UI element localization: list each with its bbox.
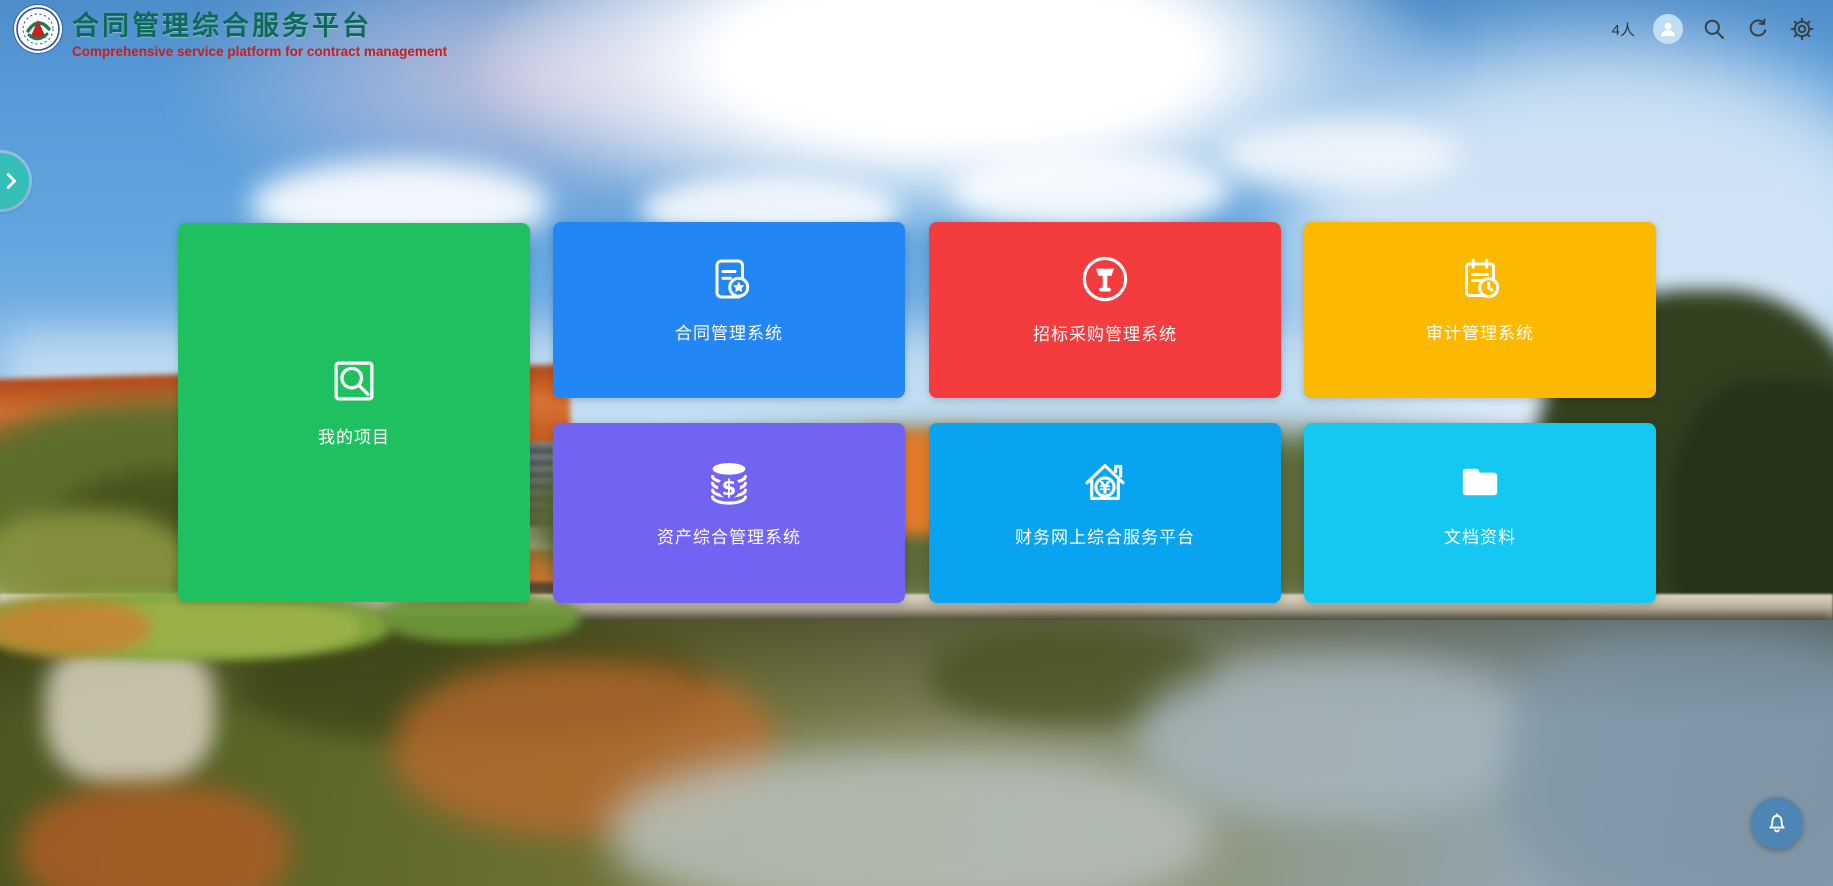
- search-project-icon: [328, 355, 380, 407]
- bg-water-reflection: [20, 785, 290, 886]
- bg-lily-pads: [0, 600, 150, 655]
- user-avatar[interactable]: [1653, 14, 1683, 44]
- tile-audit-management[interactable]: 审计管理系统: [1304, 222, 1656, 398]
- document-star-icon: [705, 255, 753, 303]
- refresh-icon[interactable]: [1745, 16, 1771, 42]
- app-window: 合同管理综合服务平台 Comprehensive service platfor…: [0, 0, 1833, 886]
- svg-text:$: $: [722, 475, 737, 500]
- clipboard-clock-icon: [1456, 255, 1504, 303]
- house-yuan-icon: ¥: [1080, 457, 1130, 507]
- notification-bell-button[interactable]: [1751, 797, 1803, 849]
- folder-icon: [1455, 457, 1505, 507]
- seal-icon: [16, 7, 60, 51]
- tile-label: 财务网上综合服务平台: [1015, 523, 1195, 548]
- tile-bidding-procurement[interactable]: 招标采购管理系统: [929, 222, 1281, 398]
- chevron-right-icon: [0, 170, 22, 192]
- tile-my-projects[interactable]: 我的项目: [178, 223, 530, 602]
- tile-label: 合同管理系统: [675, 319, 783, 344]
- settings-gear-icon[interactable]: [1789, 16, 1815, 42]
- gavel-circle-icon: [1080, 254, 1130, 304]
- person-icon: [1658, 19, 1678, 39]
- search-icon[interactable]: [1701, 16, 1727, 42]
- online-count-badge: 4人: [1612, 19, 1635, 40]
- bg-water-reflection: [1505, 635, 1833, 886]
- bell-icon: [1764, 810, 1790, 836]
- header: 合同管理综合服务平台 Comprehensive service platfor…: [0, 0, 1833, 60]
- bg-water-reflection: [1140, 655, 1530, 820]
- tile-documents[interactable]: 文档资料: [1304, 423, 1656, 603]
- tile-label: 我的项目: [318, 423, 390, 448]
- page-subtitle: Comprehensive service platform for contr…: [72, 44, 447, 59]
- page-title: 合同管理综合服务平台: [72, 4, 447, 43]
- tile-label: 招标采购管理系统: [1033, 320, 1177, 345]
- svg-text:¥: ¥: [1099, 478, 1111, 497]
- tile-label: 文档资料: [1444, 523, 1516, 548]
- tile-asset-management[interactable]: $ 资产综合管理系统: [553, 423, 905, 603]
- tile-contract-management[interactable]: 合同管理系统: [553, 222, 905, 398]
- bg-water-reflection: [610, 748, 1210, 886]
- university-seal-logo: [14, 5, 62, 53]
- tile-label: 审计管理系统: [1426, 319, 1534, 344]
- header-actions: 4人: [1612, 14, 1815, 44]
- tile-label: 资产综合管理系统: [657, 523, 801, 548]
- bg-cloud: [950, 150, 1230, 230]
- tile-financial-platform[interactable]: ¥ 财务网上综合服务平台: [929, 423, 1281, 603]
- coin-stack-icon: $: [704, 457, 754, 507]
- app-title-block: 合同管理综合服务平台 Comprehensive service platfor…: [72, 4, 447, 59]
